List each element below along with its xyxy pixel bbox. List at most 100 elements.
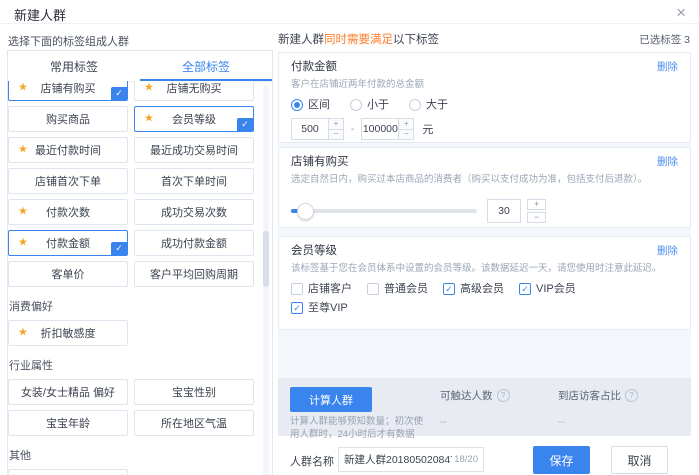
- max-amount-stepper[interactable]: + −: [399, 118, 414, 140]
- checkbox-option[interactable]: 普通会员: [367, 283, 443, 295]
- checkbox-icon: [367, 283, 379, 295]
- tag-label: 付款金额: [46, 235, 90, 251]
- tag-button[interactable]: ★会员等级✓: [134, 106, 254, 132]
- section-member-level: 会员等级 删除 该标签基于您在会员体系中设置的会员等级。该数据延迟一天，请您使用…: [278, 236, 691, 330]
- tag-button[interactable]: 成功付款金额: [134, 230, 254, 256]
- tag-button[interactable]: 所在地区气温: [134, 410, 254, 436]
- tag-button[interactable]: ★店铺有购买✓: [8, 81, 128, 101]
- minus-icon[interactable]: −: [329, 130, 343, 140]
- days-input[interactable]: 30: [487, 199, 521, 223]
- delete-member-level-link[interactable]: 删除: [657, 244, 678, 258]
- help-icon[interactable]: ?: [625, 389, 638, 402]
- tag-button[interactable]: ★ 付款金额 ✓: [8, 230, 128, 256]
- max-amount-input[interactable]: 100000: [361, 118, 399, 140]
- calculate-audience-button[interactable]: 计算人群: [290, 387, 372, 412]
- tag-button[interactable]: 最近成功交易时间: [134, 137, 254, 163]
- tab-all-tags[interactable]: 全部标签: [140, 51, 272, 81]
- stat-value: --: [440, 417, 510, 428]
- delete-shop-purchase-link[interactable]: 删除: [657, 155, 678, 169]
- cancel-button[interactable]: 取消: [611, 446, 668, 474]
- tag-list-viewport: ★店铺有购买✓★店铺无购买购买商品★会员等级✓★最近付款时间最近成功交易时间店铺…: [8, 81, 272, 475]
- plus-button[interactable]: +: [527, 199, 546, 210]
- stat-value: --: [558, 417, 638, 428]
- radio-option[interactable]: 大于: [409, 99, 448, 111]
- tag-button[interactable]: 客户平均回购周期: [134, 261, 254, 287]
- tag-label: 付款次数: [46, 204, 90, 220]
- tag-label: 客单价: [52, 266, 85, 282]
- tag-button[interactable]: ★ 店铺无购买: [134, 81, 254, 101]
- tag-button[interactable]: ★ 最近付款时间: [8, 137, 128, 163]
- tag-button[interactable]: ★ 折扣敏感度: [8, 320, 128, 346]
- tag-button[interactable]: 客单价: [8, 261, 128, 287]
- section-description: 选定自然日内，购买过本店商品的消费者（购买以支付成功为准，包括支付后退款）。: [291, 174, 678, 186]
- close-icon[interactable]: ×: [676, 4, 686, 21]
- star-icon: ★: [18, 328, 28, 339]
- min-amount-stepper[interactable]: + −: [329, 118, 344, 140]
- section-title: 会员等级: [291, 244, 337, 258]
- checkbox-label: 店铺客户: [308, 283, 352, 295]
- star-icon: ★: [144, 83, 154, 94]
- tag-button[interactable]: ★付款次数: [8, 199, 128, 225]
- tag-grid: ★店铺有购买✓★店铺无购买购买商品★会员等级✓★最近付款时间最近成功交易时间店铺…: [8, 81, 272, 475]
- tag-label: 店铺首次下单: [35, 173, 101, 189]
- audience-name-input[interactable]: 新建人群2018050208475 18/20: [338, 447, 484, 472]
- stat-reachable-count: 可触达人数?--: [440, 388, 510, 428]
- range-separator: -: [351, 124, 354, 135]
- tag-button[interactable]: 成功交易次数: [134, 199, 254, 225]
- radio-label: 小于: [367, 99, 389, 111]
- tag-group-label: 其他: [8, 441, 254, 464]
- checkbox-icon: ✓: [291, 302, 303, 314]
- radio-icon: [350, 99, 362, 111]
- stat-label-row: 到店访客占比?: [558, 388, 638, 403]
- left-instruction: 选择下面的标签组成人群: [8, 33, 129, 49]
- left-panel-scrollbar[interactable]: [263, 85, 269, 475]
- tag-button[interactable]: 宝宝性别: [134, 379, 254, 405]
- tag-button[interactable]: 首次下单时间: [134, 168, 254, 194]
- radio-option[interactable]: 区间: [291, 99, 330, 111]
- tag-button[interactable]: 会员激活状态: [8, 469, 128, 475]
- section-title: 付款金额: [291, 60, 337, 74]
- tag-label: 宝宝年龄: [46, 415, 90, 431]
- amount-radio-group: 区间 小于 大于: [291, 99, 678, 111]
- radio-option[interactable]: 小于: [350, 99, 389, 111]
- tag-label: 最近付款时间: [35, 142, 101, 158]
- min-amount-input[interactable]: 500: [291, 118, 329, 140]
- tag-label: 店铺无购买: [167, 81, 222, 96]
- checkbox-option[interactable]: ✓VIP会员: [519, 283, 595, 295]
- star-icon: ★: [18, 83, 28, 94]
- star-icon: ★: [18, 145, 28, 156]
- new-audience-dialog: 新建人群 × 选择下面的标签组成人群 常用标签全部标签 ★店铺有购买✓★店铺无购…: [0, 0, 699, 475]
- tag-label: 会员等级: [172, 111, 216, 127]
- tag-label: 折扣敏感度: [41, 325, 96, 341]
- tag-group-label: 消费偏好: [8, 292, 254, 315]
- tag-group-label: 行业属性: [8, 351, 254, 374]
- right-title-suffix: 以下标签: [393, 34, 439, 46]
- help-icon[interactable]: ?: [497, 389, 510, 402]
- checked-badge-icon: ✓: [111, 242, 127, 255]
- plus-icon[interactable]: +: [399, 119, 413, 130]
- save-button[interactable]: 保存: [533, 446, 590, 474]
- tag-button[interactable]: 购买商品: [8, 106, 128, 132]
- days-slider[interactable]: [291, 209, 477, 213]
- scrollbar-thumb[interactable]: [263, 231, 269, 287]
- radio-icon: [291, 99, 303, 111]
- star-icon: ★: [18, 238, 28, 249]
- tab-common-tags[interactable]: 常用标签: [8, 51, 140, 81]
- right-panel-title: 新建人群同时需要满足以下标签: [278, 31, 439, 47]
- tag-label: 最近成功交易时间: [150, 142, 238, 158]
- section-description: 客户在店铺近两年付款的总金额: [291, 79, 678, 91]
- slider-handle[interactable]: [297, 203, 314, 220]
- calc-note: 计算人群能够预知数量；初次使用人群时，24小时后才有数据: [290, 415, 430, 441]
- tag-button[interactable]: 店铺首次下单: [8, 168, 128, 194]
- plus-icon[interactable]: +: [329, 119, 343, 130]
- tag-button[interactable]: 宝宝年龄: [8, 410, 128, 436]
- minus-icon[interactable]: −: [399, 130, 413, 140]
- minus-button[interactable]: −: [527, 212, 546, 223]
- checkbox-label: 高级会员: [460, 283, 504, 295]
- checkbox-option[interactable]: 店铺客户: [291, 283, 367, 295]
- delete-payment-amount-link[interactable]: 删除: [657, 60, 678, 74]
- checkbox-option[interactable]: ✓至尊VIP: [291, 302, 367, 314]
- checkbox-option[interactable]: ✓高级会员: [443, 283, 519, 295]
- stats-band: 计算人群 计算人群能够预知数量；初次使用人群时，24小时后才有数据 可触达人数?…: [278, 378, 691, 436]
- tag-button[interactable]: 女装/女士精品 偏好: [8, 379, 128, 405]
